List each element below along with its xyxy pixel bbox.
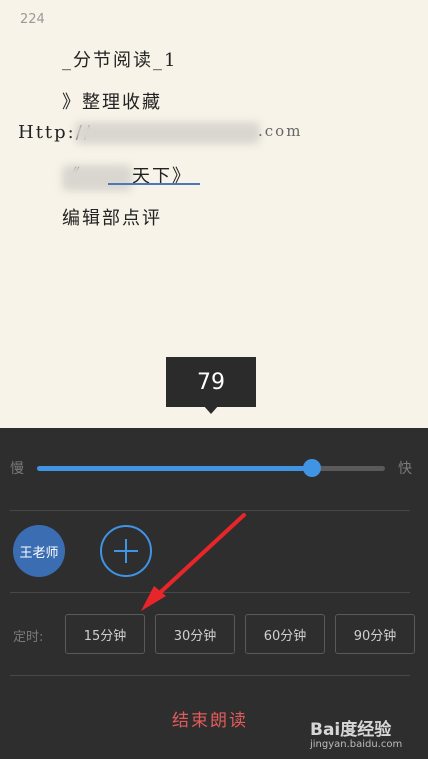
watermark-url: jingyan.baidu.com [310,739,403,750]
annotation-arrow-icon [141,513,246,611]
baidu-jingyan-watermark: Bai度经验 jingyan.baidu.com [300,715,420,755]
watermark-logo: Bai度经验 [310,720,392,740]
